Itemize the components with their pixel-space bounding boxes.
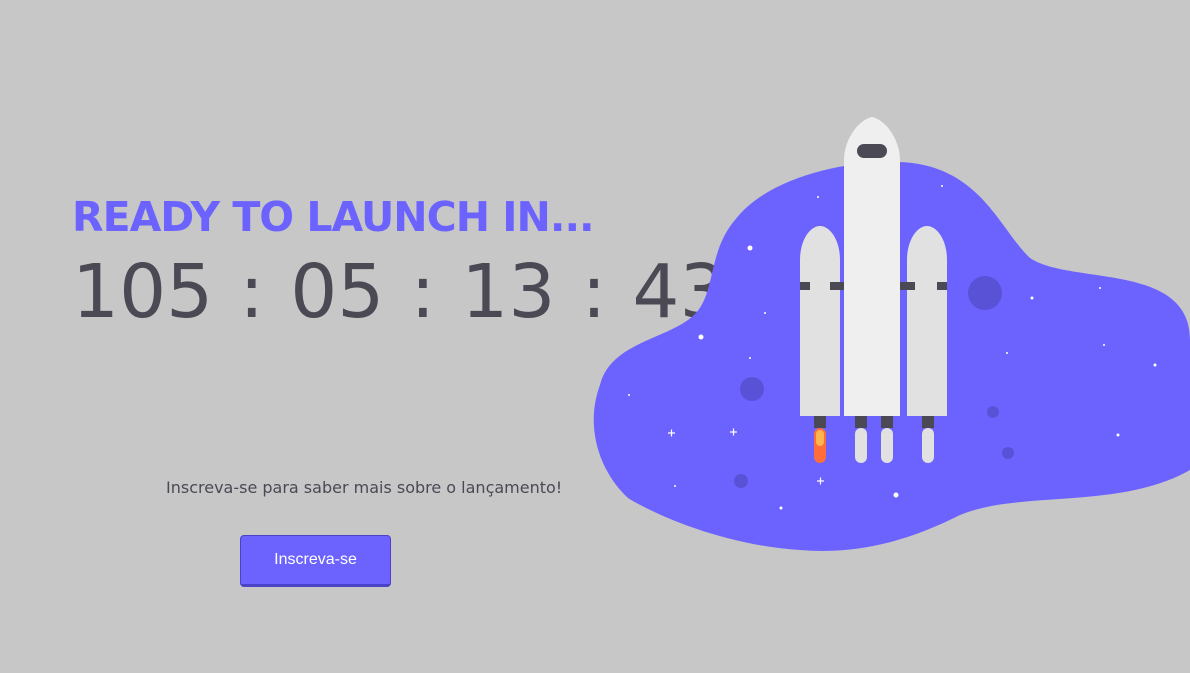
subscribe-button[interactable]: Inscreva-se — [240, 535, 391, 587]
countdown-minutes: 13 — [461, 249, 556, 335]
countdown-hours: 05 — [290, 249, 385, 335]
headline: READY TO LAUNCH IN... — [72, 193, 595, 241]
countdown-days: 105 — [72, 249, 214, 335]
countdown-separator: : — [410, 249, 436, 335]
rocket-launch-illustration — [593, 117, 1190, 551]
countdown-separator: : — [239, 249, 265, 335]
subscribe-message: Inscreva-se para saber mais sobre o lanç… — [166, 478, 563, 497]
